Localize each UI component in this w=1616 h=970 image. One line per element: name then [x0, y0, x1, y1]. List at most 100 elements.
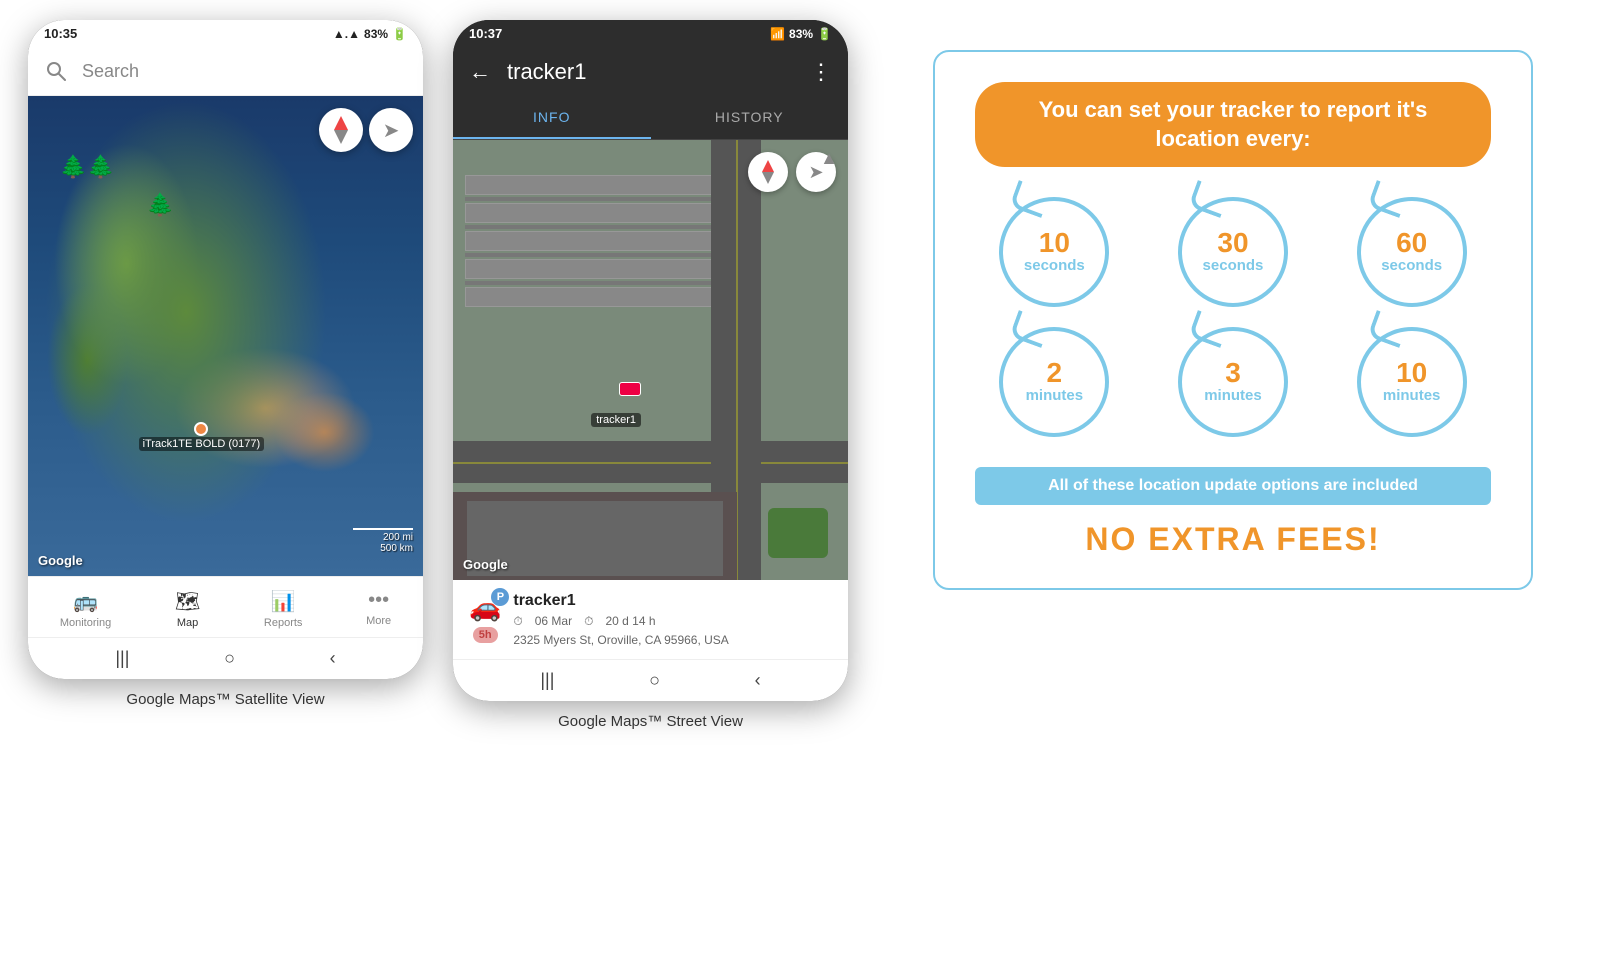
circle-unit-5: minutes: [1383, 387, 1441, 405]
promo-headline: You can set your tracker to report it's …: [975, 82, 1491, 167]
circle-unit-1: seconds: [1203, 257, 1264, 275]
circle-10-minutes: 10 minutes: [1332, 327, 1491, 437]
tracker-title: tracker1: [507, 59, 794, 85]
nav-monitoring-label: Monitoring: [60, 617, 111, 629]
circle-10-seconds: 10 seconds: [975, 197, 1134, 307]
back-button[interactable]: ←: [469, 59, 491, 85]
parking-p-badge: P: [491, 588, 509, 606]
no-extra-fees-text: NO EXTRA FEES!: [975, 521, 1491, 558]
search-icon: [40, 55, 72, 87]
circle-3-minutes: 3 minutes: [1154, 327, 1313, 437]
circle-number-3: 2: [1047, 359, 1063, 387]
nav-reports-label: Reports: [264, 617, 303, 629]
map-navigate-button[interactable]: ➤: [369, 108, 413, 152]
nav-reports[interactable]: 📊 Reports: [256, 585, 311, 633]
circle-unit-3: minutes: [1026, 387, 1084, 405]
google-watermark-1: Google: [38, 553, 83, 568]
search-placeholder[interactable]: Search: [82, 61, 411, 82]
phone2-recent-icon[interactable]: |||: [540, 670, 554, 691]
more-options-icon[interactable]: ⋮: [810, 59, 832, 85]
tracker-date: 06 Mar: [535, 614, 572, 629]
scale-bar-1: 200 mi 500 km: [353, 528, 413, 554]
tracker-label-1: iTrack1TE BOLD (0177): [139, 437, 265, 451]
tracker-car-with-p: 🚗 P: [469, 592, 501, 623]
phone2-status-bar: 10:37 📶 83% 🔋: [453, 20, 848, 47]
nav-monitoring[interactable]: 🚌 Monitoring: [52, 585, 119, 633]
nav-more-label: More: [366, 615, 391, 627]
circle-60-seconds: 60 seconds: [1332, 197, 1491, 307]
circle-number-5: 10: [1396, 359, 1427, 387]
map-compass-button-2[interactable]: [748, 152, 788, 192]
clock-icon: ⏱: [513, 614, 522, 629]
phone1-battery: 83%: [364, 27, 388, 41]
phone2-battery: 83%: [789, 27, 813, 41]
phone2-map[interactable]: tracker1 ➤ Google ▲: [453, 140, 848, 580]
phone1-map[interactable]: 🌲🌲 🌲 ➤ iTrack1TE BOLD (0177) Google 2: [28, 96, 423, 576]
included-text: All of these location update options are…: [1048, 477, 1418, 494]
tracker1-map-label: tracker1: [591, 413, 641, 427]
phone1-nav-bar: 🚌 Monitoring 🗺 Map 📊 Reports ••• More: [28, 576, 423, 637]
main-layout: 10:35 ▲.▲ 83% 🔋 Search: [28, 20, 1588, 730]
scale-500km: 500 km: [380, 543, 413, 554]
tree-cluster-1: 🌲🌲: [60, 154, 115, 180]
phone2-home-bar: ||| ○ ‹: [453, 659, 848, 701]
home-back-icon[interactable]: ‹: [330, 648, 336, 669]
circle-2-minutes: 2 minutes: [975, 327, 1134, 437]
tracker-address: 2325 Myers St, Oroville, CA 95966, USA: [513, 633, 832, 647]
google-watermark-2: Google: [463, 557, 508, 572]
phone1-mockup: 10:35 ▲.▲ 83% 🔋 Search: [28, 20, 423, 679]
right-panel: You can set your tracker to report it's …: [878, 20, 1588, 620]
badge-5h: 5h: [473, 627, 498, 643]
tracker-info-panel: 🚗 P 5h tracker1 ⏱ 06 Mar ⏱ 20 d 14 h 232…: [453, 580, 848, 659]
home-recent-icon[interactable]: |||: [115, 648, 129, 669]
circle-unit-0: seconds: [1024, 257, 1085, 275]
tracker-icon-box: 🚗 P 5h: [469, 592, 501, 643]
tracker-duration: 20 d 14 h: [605, 614, 655, 629]
tree-cluster-2: 🌲: [147, 192, 174, 218]
more-icon: •••: [368, 589, 389, 612]
circle-number-0: 10: [1039, 229, 1070, 257]
circle-border-3m: 3 minutes: [1178, 327, 1288, 437]
tab-info[interactable]: INFO: [453, 97, 651, 139]
phone2-home-icon[interactable]: ○: [649, 670, 660, 691]
phone2-status-icons: 📶 83% 🔋: [770, 27, 832, 41]
circle-number-1: 30: [1217, 229, 1248, 257]
tracker-info-text: tracker1 ⏱ 06 Mar ⏱ 20 d 14 h 2325 Myers…: [513, 592, 832, 647]
circle-30-seconds: 30 seconds: [1154, 197, 1313, 307]
circle-unit-4: minutes: [1204, 387, 1262, 405]
collapse-icon[interactable]: ▲: [820, 148, 838, 169]
circle-border-30: 30 seconds: [1178, 197, 1288, 307]
phone2-wifi-icon: 📶: [770, 27, 785, 41]
timer-icon: ⏱: [584, 614, 593, 629]
tracker-meta-row: ⏱ 06 Mar ⏱ 20 d 14 h: [513, 614, 832, 629]
nav-more[interactable]: ••• More: [358, 585, 399, 633]
nav-map[interactable]: 🗺 Map: [167, 585, 208, 633]
phone1-status-icons: ▲.▲ 83% 🔋: [333, 27, 407, 41]
circle-number-2: 60: [1396, 229, 1427, 257]
map-compass-button[interactable]: [319, 108, 363, 152]
included-bar: All of these location update options are…: [975, 467, 1491, 505]
phone1-search-bar[interactable]: Search: [28, 47, 423, 96]
phone2-battery-icon: 🔋: [817, 27, 832, 41]
tab-history[interactable]: HISTORY: [651, 97, 849, 139]
tracker-header: ← tracker1 ⋮: [453, 47, 848, 97]
caption1: Google Maps™ Satellite View: [126, 691, 324, 708]
reports-icon: 📊: [271, 589, 296, 614]
circle-border-10: 10 seconds: [999, 197, 1109, 307]
road-h: [453, 441, 848, 483]
green-area: [768, 508, 828, 558]
scale-200mi: 200 mi: [383, 532, 413, 543]
phone2-time: 10:37: [469, 26, 502, 41]
circle-border-2m: 2 minutes: [999, 327, 1109, 437]
circle-border-10m: 10 minutes: [1357, 327, 1467, 437]
caption2: Google Maps™ Street View: [558, 713, 743, 730]
home-home-icon[interactable]: ○: [224, 648, 235, 669]
phone1-home-bar: ||| ○ ‹: [28, 637, 423, 679]
circle-number-4: 3: [1225, 359, 1241, 387]
phone1-battery-icon: 🔋: [392, 27, 407, 41]
parking-spaces-top: [465, 175, 751, 307]
phone2-back-icon[interactable]: ‹: [755, 670, 761, 691]
phone2-mockup: 10:37 📶 83% 🔋 ← tracker1 ⋮ INFO HISTORY: [453, 20, 848, 701]
phone1-signal-icon: ▲.▲: [333, 27, 360, 41]
phone1-time: 10:35: [44, 26, 77, 41]
